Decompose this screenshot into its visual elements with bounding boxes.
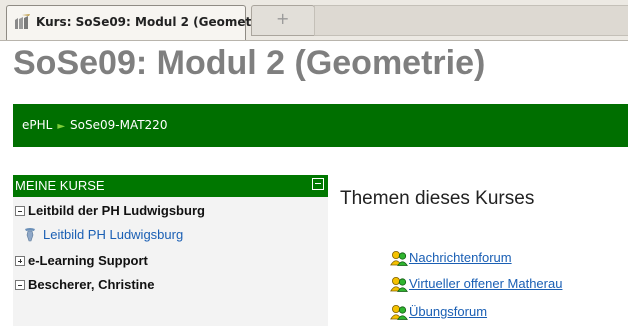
course-tree: Leitbild der PH Ludwigsburg Leitbild PH … — [13, 197, 328, 326]
page-title: SoSe09: Modul 2 (Geometrie) — [13, 44, 486, 82]
block-title: MEINE KURSE — [15, 178, 105, 193]
topics-heading: Themen dieses Kurses — [340, 188, 535, 209]
browser-tab-bar: Kurs: SoSe09: Modul 2 (Geometrie) + — [0, 0, 628, 41]
breadcrumb-separator-icon: ► — [57, 121, 66, 132]
forum-icon — [390, 277, 408, 292]
plus-icon: + — [276, 9, 290, 28]
forum-icon — [390, 251, 408, 266]
breadcrumb: ePHL ► SoSe09-MAT220 — [22, 118, 167, 132]
expand-plus-icon[interactable] — [15, 256, 25, 266]
course-link[interactable]: Leitbild PH Ludwigsburg — [43, 227, 183, 242]
category-label[interactable]: Leitbild der PH Ludwigsburg — [28, 203, 205, 218]
moodle-favicon-icon — [15, 14, 30, 29]
category-label[interactable]: Bescherer, Christine — [28, 277, 154, 292]
browser-tab[interactable]: Kurs: SoSe09: Modul 2 (Geometrie) — [6, 5, 275, 40]
tab-title: Kurs: SoSe09: Modul 2 (Geometrie) — [36, 15, 275, 29]
forum-link-label[interactable]: Nachrichtenforum — [409, 250, 512, 265]
navigation-bar: ePHL ► SoSe09-MAT220 — [13, 104, 628, 147]
collapse-minus-icon[interactable] — [15, 206, 25, 216]
breadcrumb-home-link[interactable]: ePHL — [22, 118, 52, 132]
forum-link-label[interactable]: Übungsforum — [409, 304, 487, 319]
forum-icon — [390, 305, 408, 320]
collapse-minus-icon[interactable] — [15, 280, 25, 290]
breadcrumb-course[interactable]: SoSe09-MAT220 — [70, 118, 167, 132]
forum-link-label[interactable]: Virtueller offener Matherau — [409, 276, 562, 291]
my-courses-block: MEINE KURSE Leitbild der PH Ludwigsburg … — [13, 175, 328, 326]
category-label[interactable]: e-Learning Support — [28, 253, 148, 268]
block-header: MEINE KURSE — [13, 175, 328, 197]
collapse-block-icon[interactable] — [312, 178, 324, 190]
course-icon — [25, 228, 35, 242]
new-tab-button[interactable]: + — [251, 5, 315, 36]
tab-strip-empty — [314, 5, 628, 36]
